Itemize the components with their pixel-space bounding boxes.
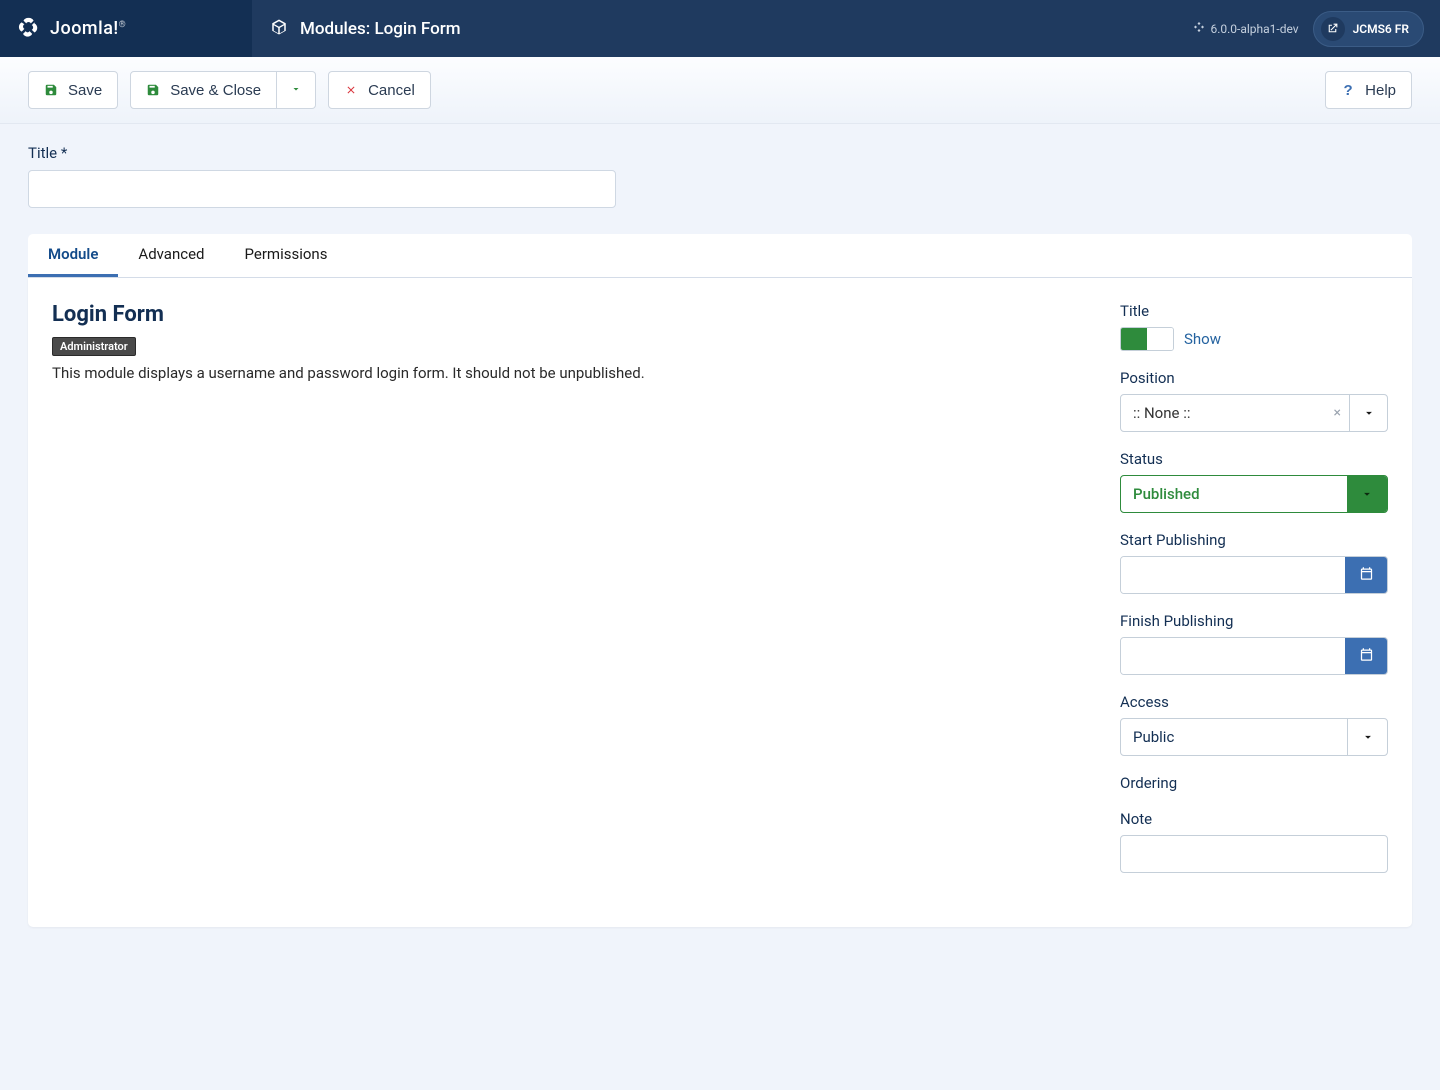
tabs: Module Advanced Permissions [28, 234, 1412, 278]
top-right: 6.0.0-alpha1-dev JCMS6 FR [1193, 11, 1440, 47]
status-select[interactable]: Published [1120, 475, 1388, 513]
save-icon [146, 83, 160, 97]
status-value: Published [1121, 485, 1347, 503]
access-value: Public [1121, 728, 1347, 746]
tab-module[interactable]: Module [28, 234, 118, 277]
finish-publishing-label: Finish Publishing [1120, 612, 1388, 630]
site-name: JCMS6 FR [1353, 22, 1409, 36]
help-icon: ? [1341, 83, 1355, 97]
calendar-icon [1359, 566, 1374, 585]
tab-permissions[interactable]: Permissions [225, 234, 348, 277]
tab-advanced[interactable]: Advanced [118, 234, 224, 277]
page-title: Modules: Login Form [300, 19, 461, 39]
brand-text: Joomla!® [50, 18, 126, 39]
content: Title * Module Advanced Permissions Logi… [0, 124, 1440, 947]
admin-badge: Administrator [52, 337, 136, 356]
page-title-area: Modules: Login Form [252, 18, 479, 40]
position-select[interactable]: :: None :: × [1120, 394, 1388, 432]
finish-publishing-input[interactable] [1121, 638, 1345, 674]
title-input[interactable] [28, 170, 616, 208]
position-label: Position [1120, 369, 1388, 387]
sidebar-title-label: Title [1120, 302, 1388, 320]
note-label: Note [1120, 810, 1388, 828]
chevron-down-icon[interactable] [1347, 476, 1387, 512]
panel-left: Login Form Administrator This module dis… [52, 302, 1080, 891]
status-label: Status [1120, 450, 1388, 468]
clear-icon[interactable]: × [1334, 405, 1349, 421]
version-pill[interactable]: 6.0.0-alpha1-dev [1193, 21, 1298, 36]
chevron-down-icon[interactable] [1349, 395, 1387, 431]
cancel-button[interactable]: Cancel [328, 71, 431, 109]
tab-panel: Login Form Administrator This module dis… [28, 278, 1412, 927]
title-label: Title * [28, 144, 1412, 162]
external-link-icon [1321, 17, 1345, 41]
topbar: Joomla!® Modules: Login Form 6.0.0-alpha… [0, 0, 1440, 57]
close-icon [344, 83, 358, 97]
start-publishing-label: Start Publishing [1120, 531, 1388, 549]
title-toggle[interactable] [1120, 327, 1174, 351]
start-publishing-input[interactable] [1121, 557, 1345, 593]
position-value: :: None :: [1121, 404, 1334, 422]
save-close-group: Save & Close [130, 71, 316, 109]
save-button[interactable]: Save [28, 71, 118, 109]
brand-area[interactable]: Joomla!® [0, 0, 252, 57]
calendar-icon [1359, 647, 1374, 666]
module-description: This module displays a username and pass… [52, 364, 1080, 382]
joomla-logo-icon [18, 16, 40, 42]
panel-right: Title Show Position :: None :: × [1120, 302, 1388, 891]
chevron-down-icon[interactable] [1347, 719, 1387, 755]
title-toggle-value: Show [1184, 330, 1221, 348]
access-label: Access [1120, 693, 1388, 711]
site-link-pill[interactable]: JCMS6 FR [1313, 11, 1424, 47]
calendar-button[interactable] [1345, 557, 1387, 593]
chevron-down-icon [290, 82, 302, 99]
calendar-button[interactable] [1345, 638, 1387, 674]
save-close-button[interactable]: Save & Close [130, 71, 277, 109]
save-dropdown-button[interactable] [277, 71, 316, 109]
joomla-small-icon [1193, 21, 1205, 36]
save-icon [44, 83, 58, 97]
cube-icon [270, 18, 288, 40]
ordering-label: Ordering [1120, 774, 1388, 792]
module-heading: Login Form [52, 302, 1080, 327]
note-input[interactable] [1120, 835, 1388, 873]
toolbar: Save Save & Close Cancel ? Help [0, 57, 1440, 124]
access-select[interactable]: Public [1120, 718, 1388, 756]
help-button[interactable]: ? Help [1325, 71, 1412, 109]
